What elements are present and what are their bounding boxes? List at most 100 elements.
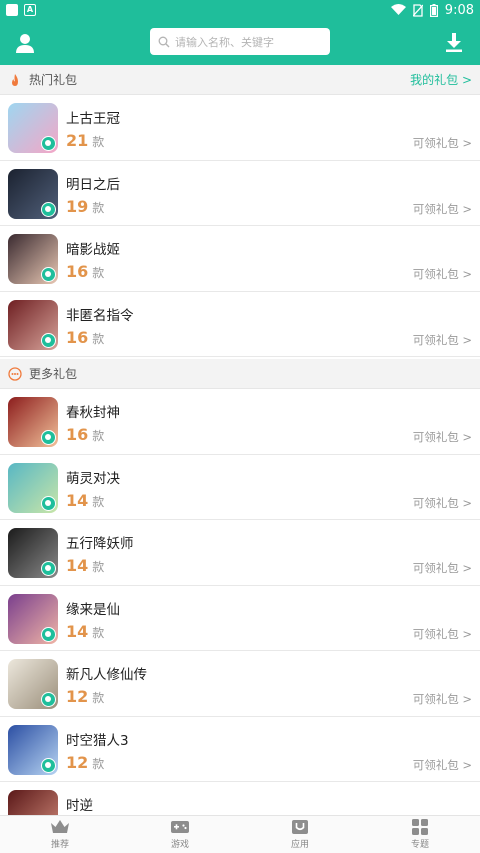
claim-gifts-link[interactable]: 可领礼包 > (413, 560, 472, 576)
gift-count-unit: 款 (92, 691, 105, 705)
flame-icon (12, 73, 18, 86)
gift-count-unit: 款 (92, 200, 105, 215)
claim-gifts-link[interactable]: 可领礼包 > (413, 691, 472, 707)
game-name: 春秋封神 (66, 405, 120, 421)
gift-count-number: 16 (66, 262, 89, 281)
hot-gifts-header: 热门礼包 我的礼包 > (0, 65, 480, 95)
game-name: 明日之后 (66, 176, 120, 193)
bottom-tab-bar: 推荐 游戏 应用 专题 (0, 815, 480, 853)
game-icon[interactable] (8, 168, 58, 219)
gift-list-item[interactable]: 萌灵对决 14 款 可领礼包 > (0, 454, 480, 520)
game-name: 时空猎人3 (66, 732, 129, 749)
gift-count-unit: 款 (92, 135, 105, 149)
game-icon[interactable] (8, 299, 58, 350)
gift-list-item[interactable]: 五行降妖师 14 款 可领礼包 > (0, 520, 480, 586)
gift-list-item[interactable]: 时空猎人3 12 款 可领礼包 > (0, 716, 480, 782)
search-input[interactable]: 请输入名称、关键字 (150, 28, 330, 55)
tab-topics-label: 专题 (410, 840, 429, 850)
game-name: 五行降妖师 (66, 536, 134, 552)
gift-count-unit: 款 (92, 494, 105, 509)
claim-gifts-link[interactable]: 可领礼包 > (413, 757, 472, 773)
gift-count-unit: 款 (92, 266, 105, 280)
gift-list-item[interactable]: 缘来是仙 14 款 可领礼包 > (0, 585, 480, 651)
gift-count: 16 款 (66, 262, 104, 281)
tab-recommend[interactable]: 推荐 (0, 816, 120, 853)
game-name: 暗影战姬 (66, 242, 120, 258)
notification-icon (6, 4, 18, 16)
claim-gifts-link[interactable]: 可领礼包 > (413, 135, 472, 151)
gift-count: 16 款 (66, 425, 104, 444)
claim-gifts-link[interactable]: 可领礼包 > (413, 332, 472, 348)
search-icon (158, 36, 170, 47)
my-gifts-link[interactable]: 我的礼包 > (410, 71, 472, 88)
game-icon[interactable] (8, 593, 58, 644)
download-icon[interactable] (443, 31, 465, 53)
gift-badge-icon (41, 136, 56, 151)
claim-gifts-link[interactable]: 可领礼包 > (413, 429, 472, 445)
claim-gifts-link[interactable]: 可领礼包 > (413, 626, 472, 642)
game-name: 新凡人修仙传 (66, 667, 147, 683)
gift-badge-icon (41, 757, 56, 773)
gift-badge-icon (41, 626, 56, 642)
gift-count-number: 14 (66, 556, 89, 575)
claim-gifts-link[interactable]: 可领礼包 > (413, 201, 472, 217)
user-profile-icon[interactable] (14, 32, 36, 54)
gamepad-icon (171, 821, 189, 833)
game-icon[interactable] (8, 462, 58, 513)
gift-count-number: 16 (66, 425, 89, 444)
hot-gifts-title: 热门礼包 (29, 73, 78, 87)
gift-count-unit: 款 (92, 429, 105, 443)
gift-count: 12 款 (66, 687, 104, 706)
wifi-icon (390, 4, 406, 15)
game-name: 缘来是仙 (66, 601, 120, 618)
game-icon[interactable] (8, 234, 58, 284)
gift-badge-icon (41, 692, 56, 707)
a-notification-icon: A (24, 4, 36, 16)
gift-count-number: 14 (66, 621, 89, 641)
game-icon[interactable] (8, 528, 58, 578)
gift-list-item[interactable]: 春秋封神 16 款 可领礼包 > (0, 389, 480, 455)
gift-count-unit: 款 (92, 756, 105, 771)
claim-gifts-link[interactable]: 可领礼包 > (413, 266, 472, 282)
gift-count: 19 款 (66, 197, 104, 216)
grid-icon (412, 819, 428, 835)
app-box-icon (292, 820, 308, 834)
gift-count-number: 19 (66, 196, 89, 216)
gift-list-item[interactable]: 新凡人修仙传 12 款 可领礼包 > (0, 651, 480, 717)
status-bar: A 9:08 (0, 0, 480, 20)
tab-apps-label: 应用 (290, 840, 309, 850)
gift-badge-icon (41, 201, 56, 217)
game-icon[interactable] (8, 397, 58, 447)
gift-count: 16 款 (66, 328, 104, 347)
gift-count: 12 款 (66, 753, 104, 772)
gift-badge-icon (41, 267, 56, 282)
tab-apps[interactable]: 应用 (240, 816, 360, 853)
more-gifts-list: 春秋封神 16 款可领礼包 > 萌灵对决 14 款可领礼包 > 五行降妖师 14 款可领礼包 >… (0, 389, 480, 848)
game-icon[interactable] (8, 103, 58, 153)
gift-list-item[interactable]: 明日之后 19 款 可领礼包 > (0, 160, 480, 226)
claim-gifts-link[interactable]: 可领礼包 > (413, 495, 472, 511)
gift-list-item[interactable]: 非匿名指令 16 款 可领礼包 > (0, 291, 480, 357)
crown-icon (51, 820, 69, 833)
gift-badge-icon (41, 332, 56, 348)
more-gifts-title: 更多礼包 (29, 367, 78, 381)
tab-games[interactable]: 游戏 (120, 816, 240, 853)
gift-badge-icon (41, 430, 56, 445)
tab-topics[interactable]: 专题 (360, 816, 480, 853)
battery-icon (429, 3, 438, 17)
tab-recommend-label: 推荐 (50, 840, 69, 850)
gift-badge-icon (41, 495, 56, 511)
game-icon[interactable] (8, 659, 58, 709)
gift-count-number: 21 (66, 131, 89, 150)
game-icon[interactable] (8, 724, 58, 775)
gift-list-item[interactable]: 上古王冠 21 款 可领礼包 > (0, 95, 480, 161)
gift-badge-icon (41, 561, 56, 576)
app-bar: 请输入名称、关键字 (0, 20, 480, 65)
gift-count: 14 款 (66, 622, 104, 641)
gift-list-item[interactable]: 暗影战姬 16 款 可领礼包 > (0, 226, 480, 292)
hot-gifts-list: 上古王冠 21 款可领礼包 > 明日之后 19 款可领礼包 > 暗影战姬 16 款可领礼包 > 非… (0, 95, 480, 357)
gift-count-unit: 款 (92, 560, 105, 574)
game-name: 时逆 (66, 798, 93, 814)
gift-count-unit: 款 (92, 625, 105, 640)
game-name: 萌灵对决 (66, 470, 120, 487)
